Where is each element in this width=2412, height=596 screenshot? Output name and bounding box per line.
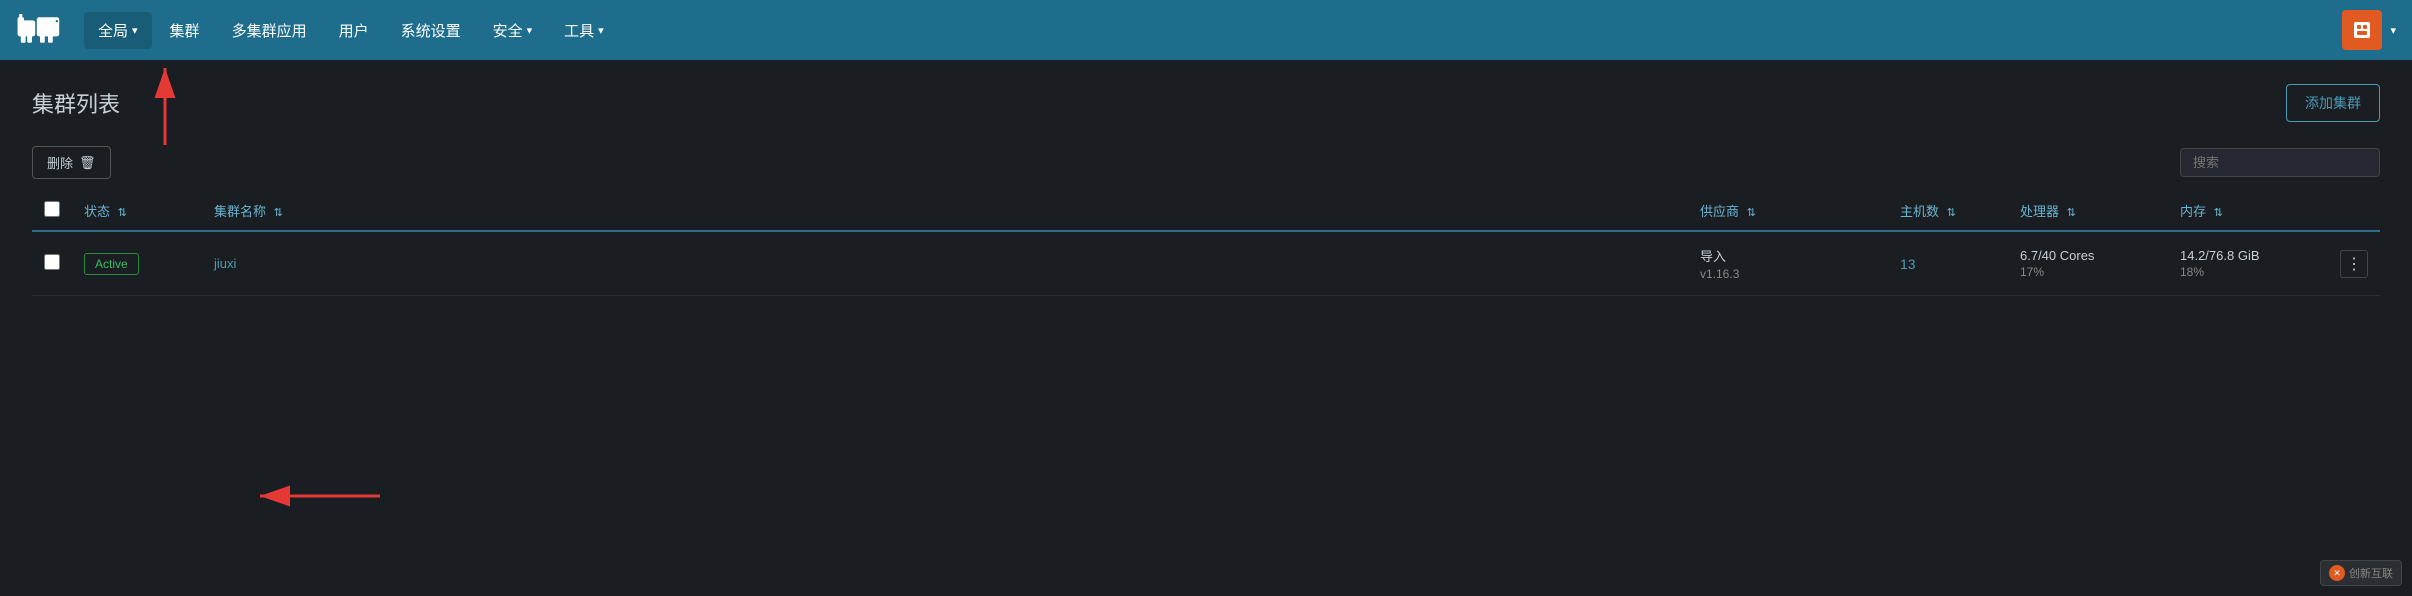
search-input[interactable] [2180,148,2380,177]
nav-item-multi-cluster[interactable]: 多集群应用 [218,12,321,49]
table-header: 状态 ⇅ 集群名称 ⇅ 供应商 ⇅ 主机数 ⇅ [32,191,2380,231]
chevron-down-icon: ▾ [132,24,138,37]
user-avatar[interactable] [2342,10,2382,50]
vendor-version: v1.16.3 [1700,267,1876,281]
sort-icon: ⇅ [2214,207,2223,219]
memory-usage: 14.2/76.8 GiB [2180,248,2316,263]
logo [16,12,64,48]
col-header-memory[interactable]: 内存 ⇅ [2168,191,2328,231]
row-more-button[interactable]: ⋮ [2340,250,2368,278]
nav-item-users[interactable]: 用户 [325,12,383,49]
sort-icon: ⇅ [1947,207,1956,219]
page-header: 集群列表 添加集群 [32,84,2380,122]
cluster-name-link[interactable]: jiuxi [214,256,236,271]
chevron-down-icon: ▾ [527,24,533,37]
col-header-cpu[interactable]: 处理器 ⇅ [2008,191,2168,231]
user-menu-chevron[interactable]: ▾ [2390,24,2396,37]
add-cluster-button[interactable]: 添加集群 [2286,84,2380,122]
col-header-hosts[interactable]: 主机数 ⇅ [1888,191,2008,231]
cluster-table: 状态 ⇅ 集群名称 ⇅ 供应商 ⇅ 主机数 ⇅ [32,191,2380,296]
user-icon [2350,18,2374,42]
col-header-vendor[interactable]: 供应商 ⇅ [1688,191,1888,231]
memory-percent: 18% [2180,265,2316,279]
col-header-status[interactable]: 状态 ⇅ [72,191,202,231]
toolbar-left: 删除 🗑 [32,146,111,179]
select-all-checkbox[interactable] [44,201,60,217]
page-title: 集群列表 [32,87,120,119]
col-header-name[interactable]: 集群名称 ⇅ [202,191,1688,231]
status-badge: Active [84,253,139,275]
sort-icon: ⇅ [2067,207,2076,219]
table-row: Active jiuxi 导入 v1.16.3 13 6.7/40 Cores [32,231,2380,296]
badge-icon: ✕ [2329,565,2345,581]
sort-icon: ⇅ [1747,207,1756,219]
cpu-percent: 17% [2020,265,2156,279]
nav-item-tools[interactable]: 工具 ▾ [550,12,618,49]
toolbar: 删除 🗑 [32,146,2380,179]
nav-items: 全局 ▾ 集群 多集群应用 用户 系统设置 安全 ▾ 工具 ▾ [84,12,2342,49]
bottom-badge: ✕ 创新互联 [2320,560,2402,586]
nav-item-cluster[interactable]: 集群 [156,12,214,49]
sort-icon: ⇅ [118,207,127,219]
nav-item-global[interactable]: 全局 ▾ [84,12,152,49]
sort-icon: ⇅ [274,207,283,219]
host-count: 13 [1900,256,1916,272]
logo-icon [16,12,64,48]
cpu-usage: 6.7/40 Cores [2020,248,2156,263]
delete-button[interactable]: 删除 🗑 [32,146,111,179]
chevron-down-icon: ▾ [598,24,604,37]
trash-icon: 🗑 [79,155,96,171]
row-checkbox[interactable] [44,254,60,270]
navbar: 全局 ▾ 集群 多集群应用 用户 系统设置 安全 ▾ 工具 ▾ [0,0,2412,60]
main-content: 集群列表 添加集群 删除 🗑 状态 [0,60,2412,320]
nav-item-system[interactable]: 系统设置 [387,12,475,49]
vendor-name: 导入 [1700,246,1876,265]
nav-item-security[interactable]: 安全 ▾ [479,12,547,49]
navbar-right: ▾ [2342,10,2396,50]
